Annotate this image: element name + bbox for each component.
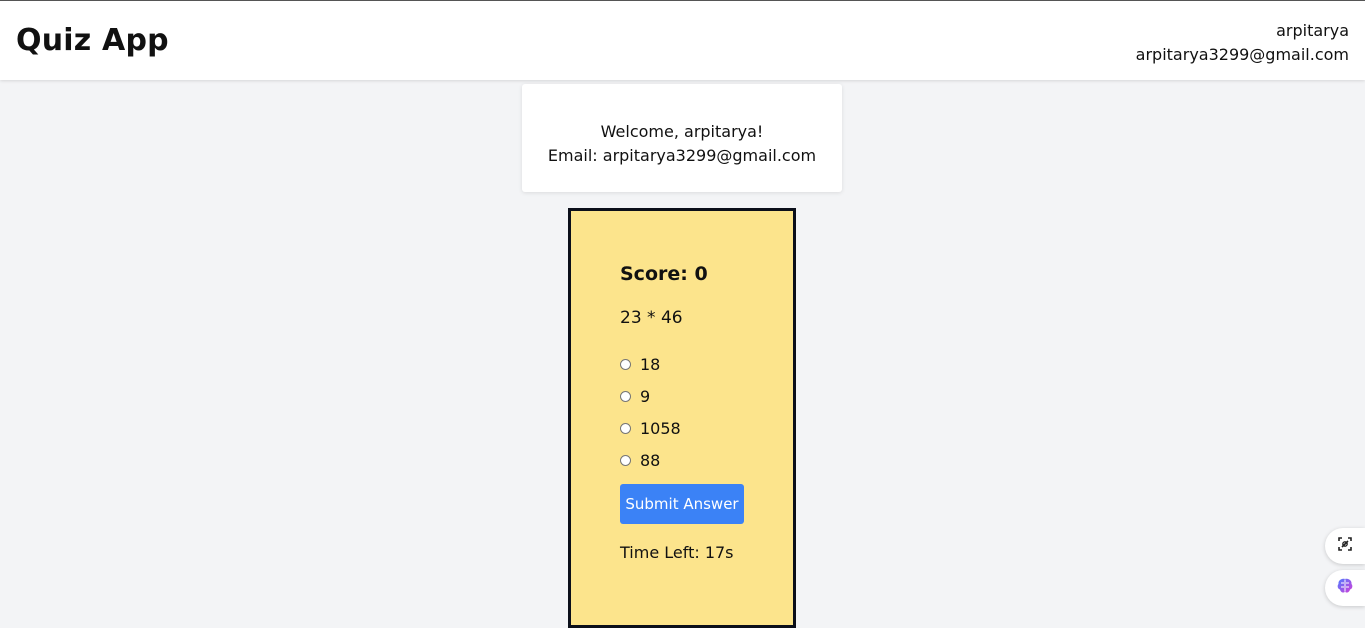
radio-button[interactable] bbox=[620, 454, 631, 466]
option-label: 9 bbox=[640, 386, 651, 406]
app-title: Quiz App bbox=[16, 23, 169, 58]
screenshot-crop-icon bbox=[1337, 536, 1353, 556]
answer-option[interactable]: 88 bbox=[617, 444, 681, 476]
header-username: arpitarya bbox=[1276, 21, 1349, 40]
extension-button[interactable] bbox=[1325, 570, 1365, 606]
option-label: 18 bbox=[640, 354, 661, 374]
option-label: 88 bbox=[640, 450, 661, 470]
answer-options: 18 9 1058 88 bbox=[617, 348, 681, 476]
welcome-greeting: Welcome, arpitarya! bbox=[600, 122, 764, 141]
radio-button[interactable] bbox=[620, 422, 631, 434]
time-left-label: Time Left: 17s bbox=[620, 543, 734, 562]
radio-button[interactable] bbox=[620, 390, 631, 402]
answer-option[interactable]: 9 bbox=[617, 380, 681, 412]
score-label: Score: 0 bbox=[620, 263, 708, 285]
header-email: arpitarya3299@gmail.com bbox=[1135, 45, 1349, 64]
question-text: 23 * 46 bbox=[620, 308, 683, 328]
radio-button[interactable] bbox=[620, 358, 631, 370]
answer-option[interactable]: 18 bbox=[617, 348, 681, 380]
submit-answer-button[interactable]: Submit Answer bbox=[620, 484, 744, 524]
welcome-card: Welcome, arpitarya! Email: arpitarya3299… bbox=[522, 84, 842, 192]
user-info: arpitarya arpitarya3299@gmail.com bbox=[1136, 19, 1349, 67]
option-label: 1058 bbox=[640, 418, 681, 438]
welcome-email: Email: arpitarya3299@gmail.com bbox=[547, 146, 817, 165]
answer-option[interactable]: 1058 bbox=[617, 412, 681, 444]
quiz-card: Score: 0 23 * 46 18 9 1058 88 Submit Ans… bbox=[568, 208, 796, 628]
app-header: Quiz App arpitarya arpitarya3299@gmail.c… bbox=[0, 0, 1365, 80]
screenshot-tool-button[interactable] bbox=[1325, 528, 1365, 564]
brain-extension-icon bbox=[1335, 576, 1355, 600]
